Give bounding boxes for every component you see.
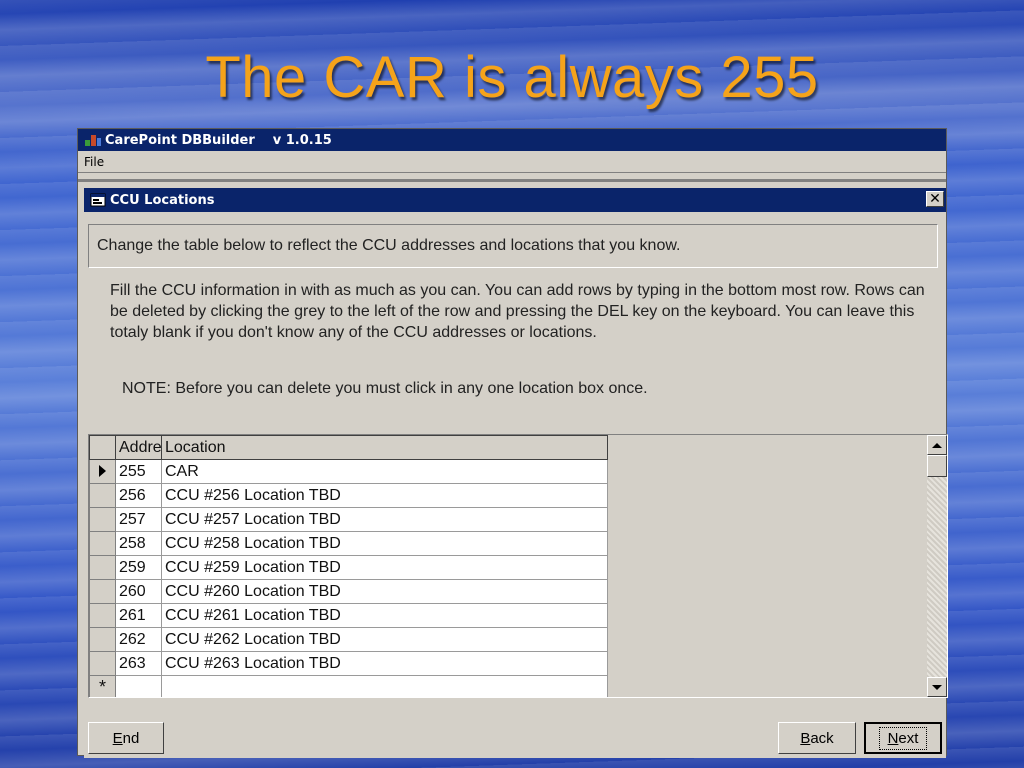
table-row[interactable]: 263 CCU #263 Location TBD [89, 651, 608, 676]
location-cell[interactable]: CCU #260 Location TBD [161, 579, 608, 604]
address-cell[interactable]: 263 [115, 651, 162, 676]
column-header-address[interactable]: Address [115, 435, 162, 460]
mdi-client-area: CCU Locations ✕ Change the table below t… [78, 179, 948, 758]
end-label: nd [122, 729, 140, 747]
location-cell[interactable]: CAR [161, 459, 608, 484]
note-text: NOTE: Before you can delete you must cli… [122, 380, 648, 397]
address-cell[interactable]: 258 [115, 531, 162, 556]
current-row-arrow-icon [99, 465, 106, 478]
table-row[interactable]: 258 CCU #258 Location TBD [89, 531, 608, 556]
table-row[interactable]: 256 CCU #256 Location TBD [89, 483, 608, 508]
location-cell[interactable]: CCU #256 Location TBD [161, 483, 608, 508]
close-button[interactable]: ✕ [926, 191, 944, 207]
child-title: CCU Locations [110, 192, 215, 208]
back-button[interactable]: Back [778, 722, 856, 754]
next-focus-box: Next [878, 726, 928, 750]
next-button[interactable]: Next [864, 722, 942, 754]
location-cell[interactable]: CCU #262 Location TBD [161, 627, 608, 652]
table-row[interactable]: 259 CCU #259 Location TBD [89, 555, 608, 580]
table-row[interactable]: 261 CCU #261 Location TBD [89, 603, 608, 628]
table-row[interactable]: 257 CCU #257 Location TBD [89, 507, 608, 532]
scroll-thumb[interactable] [927, 455, 947, 477]
next-label: ext [898, 729, 919, 747]
row-selector[interactable] [89, 603, 116, 628]
new-row-selector[interactable]: * [89, 675, 116, 697]
back-label: ack [810, 729, 834, 747]
new-location-cell[interactable] [161, 675, 608, 697]
grid-table: Address Location 255CAR256CCU #256 Locat… [89, 435, 608, 697]
menu-bar: File [78, 151, 946, 173]
row-selector[interactable] [89, 531, 116, 556]
address-cell[interactable]: 257 [115, 507, 162, 532]
row-selector[interactable] [89, 459, 116, 484]
app-title-bar: CarePoint DBBuilder v 1.0.15 [78, 129, 946, 151]
ccu-locations-window: CCU Locations ✕ Change the table below t… [84, 188, 948, 758]
location-cell[interactable]: CCU #263 Location TBD [161, 651, 608, 676]
address-cell[interactable]: 255 [115, 459, 162, 484]
instructions-text: Fill the CCU information in with as much… [110, 282, 925, 341]
location-cell[interactable]: CCU #257 Location TBD [161, 507, 608, 532]
address-cell[interactable]: 261 [115, 603, 162, 628]
row-selector[interactable] [89, 651, 116, 676]
row-selector[interactable] [89, 483, 116, 508]
ccu-data-grid[interactable]: Address Location 255CAR256CCU #256 Locat… [88, 434, 948, 698]
header-box: Change the table below to reflect the CC… [88, 224, 938, 268]
scroll-down-button[interactable] [927, 677, 947, 697]
close-icon: ✕ [929, 191, 941, 207]
form-icon [90, 193, 106, 207]
address-cell[interactable]: 259 [115, 555, 162, 580]
row-selector[interactable] [89, 627, 116, 652]
menu-file[interactable]: File [84, 155, 104, 169]
column-header-location[interactable]: Location [161, 435, 608, 460]
table-row[interactable]: 262 CCU #262 Location TBD [89, 627, 608, 652]
new-address-cell[interactable] [115, 675, 162, 697]
next-hotkey: N [887, 729, 899, 747]
location-cell[interactable]: CCU #258 Location TBD [161, 531, 608, 556]
app-version: v 1.0.15 [272, 132, 332, 148]
row-selector[interactable] [89, 555, 116, 580]
table-row[interactable]: 255 CAR [89, 459, 608, 484]
header-text: Change the table below to reflect the CC… [97, 237, 681, 254]
address-cell[interactable]: 256 [115, 483, 162, 508]
back-hotkey: B [800, 729, 811, 747]
scroll-down-arrow-icon [932, 684, 942, 690]
new-row[interactable]: * [89, 675, 608, 697]
corner-header [89, 435, 116, 460]
database-network-icon [85, 135, 101, 146]
row-selector[interactable] [89, 507, 116, 532]
vertical-scrollbar[interactable] [927, 435, 947, 697]
app-title: CarePoint DBBuilder [105, 132, 255, 148]
scroll-up-arrow-icon [932, 442, 942, 448]
child-title-bar: CCU Locations ✕ [84, 188, 946, 212]
table-row[interactable]: 260 CCU #260 Location TBD [89, 579, 608, 604]
location-cell[interactable]: CCU #259 Location TBD [161, 555, 608, 580]
end-button[interactable]: End [88, 722, 164, 754]
slide-title: The CAR is always 255 [205, 45, 819, 110]
location-cell[interactable]: CCU #261 Location TBD [161, 603, 608, 628]
address-cell[interactable]: 260 [115, 579, 162, 604]
app-window: CarePoint DBBuilder v 1.0.15 File CCU Lo… [77, 128, 948, 758]
address-cell[interactable]: 262 [115, 627, 162, 652]
row-selector[interactable] [89, 579, 116, 604]
end-hotkey: E [112, 729, 123, 747]
scroll-up-button[interactable] [927, 435, 947, 455]
